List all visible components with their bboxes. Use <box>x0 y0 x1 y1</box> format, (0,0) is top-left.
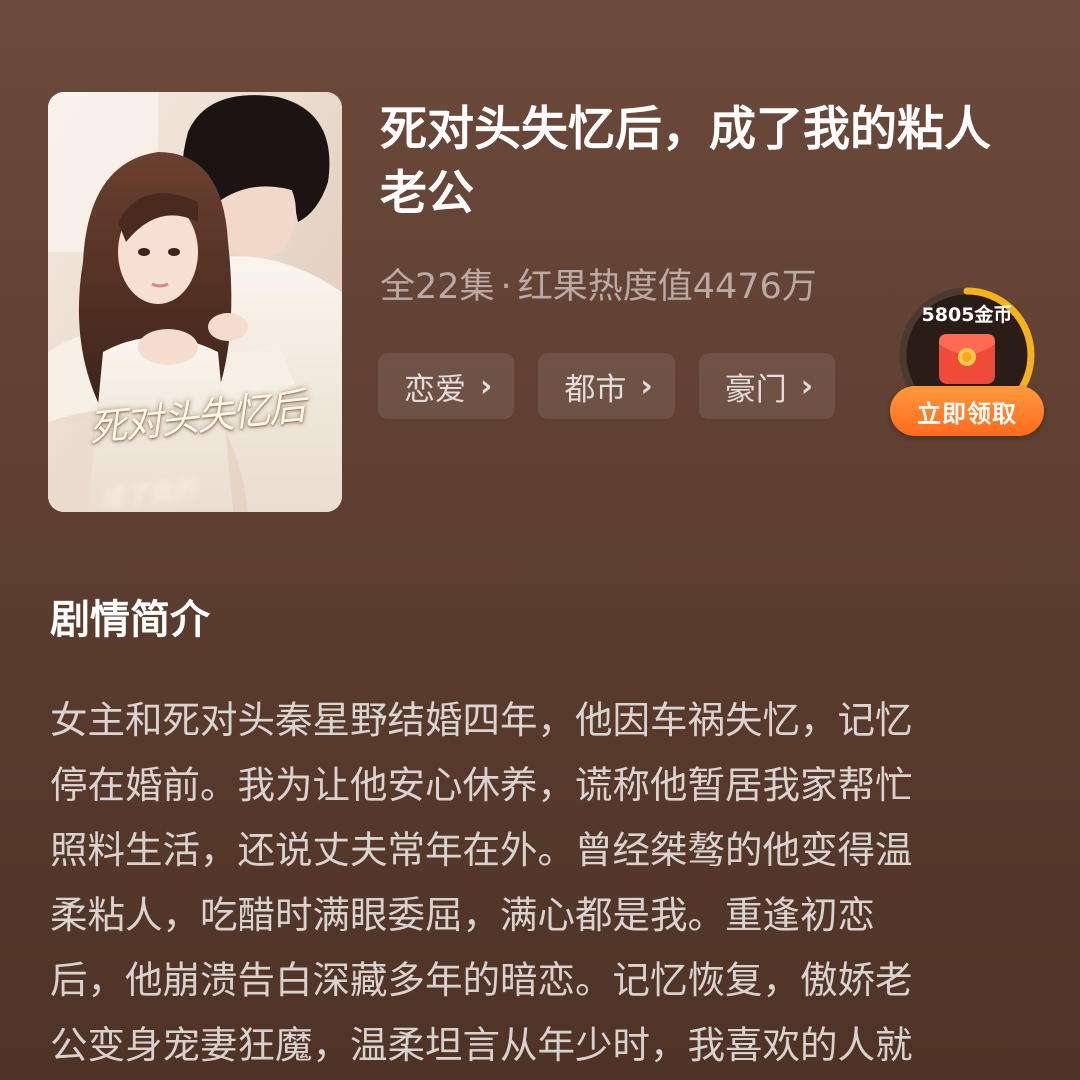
synopsis-text: 女主和死对头秦星野结婚四年，他因车祸失忆，记忆 停在婚前。我为让他安心休养，谎称… <box>50 688 1025 1078</box>
synopsis-line: 公变身宠妻狂魔，温柔坦言从年少时，我喜欢的人就 <box>50 1023 913 1067</box>
tag-romance[interactable]: 恋爱 › <box>378 353 515 419</box>
tag-label: 豪门 <box>724 371 787 408</box>
meta-separator: · <box>500 267 512 307</box>
claim-now-button[interactable]: 立即领取 <box>890 386 1044 436</box>
chevron-right-icon: › <box>480 368 493 404</box>
chevron-right-icon: › <box>800 368 814 404</box>
synopsis-heading: 剧情简介 <box>50 597 210 643</box>
coin-amount: 5805金币 <box>921 304 1013 326</box>
synopsis-line: 后，他崩溃告白深藏多年的暗恋。记忆恢复，傲娇老 <box>50 958 913 1002</box>
synopsis-line: 照料生活，还说丈夫常年在外。曾经桀骜的他变得温 <box>50 828 913 872</box>
synopsis-line: 停在婚前。我为让他安心休养，谎称他暂居我家帮忙 <box>50 763 913 807</box>
drama-meta: 全22集 · 红果热度值4476万 <box>380 258 817 309</box>
drama-poster[interactable]: 死对头失忆后 成了我的 <box>48 92 342 512</box>
synopsis-line: 女主和死对头秦星野结婚四年，他因车祸失忆，记忆 <box>50 698 913 742</box>
tag-urban[interactable]: 都市 › <box>538 353 675 419</box>
tag-label: 恋爱 <box>404 371 466 408</box>
chevron-right-icon: › <box>640 368 653 404</box>
heat-value: 红果热度值4476万 <box>517 267 817 307</box>
red-envelope-icon <box>939 334 995 384</box>
genre-tags: 恋爱 › 都市 › 豪门 › <box>378 353 836 419</box>
tag-wealthy-family[interactable]: 豪门 › <box>698 353 836 419</box>
episode-count: 全22集 <box>380 267 495 307</box>
coin-reward-widget[interactable]: 5805金币 立即领取 <box>890 282 1050 442</box>
drama-title: 死对头失忆后，成了我的粘人老公 <box>380 102 991 221</box>
synopsis-line: 柔粘人，吃醋时满眼委屈，满心都是我。重逢初恋 <box>50 893 875 937</box>
tag-label: 都市 <box>564 371 627 408</box>
